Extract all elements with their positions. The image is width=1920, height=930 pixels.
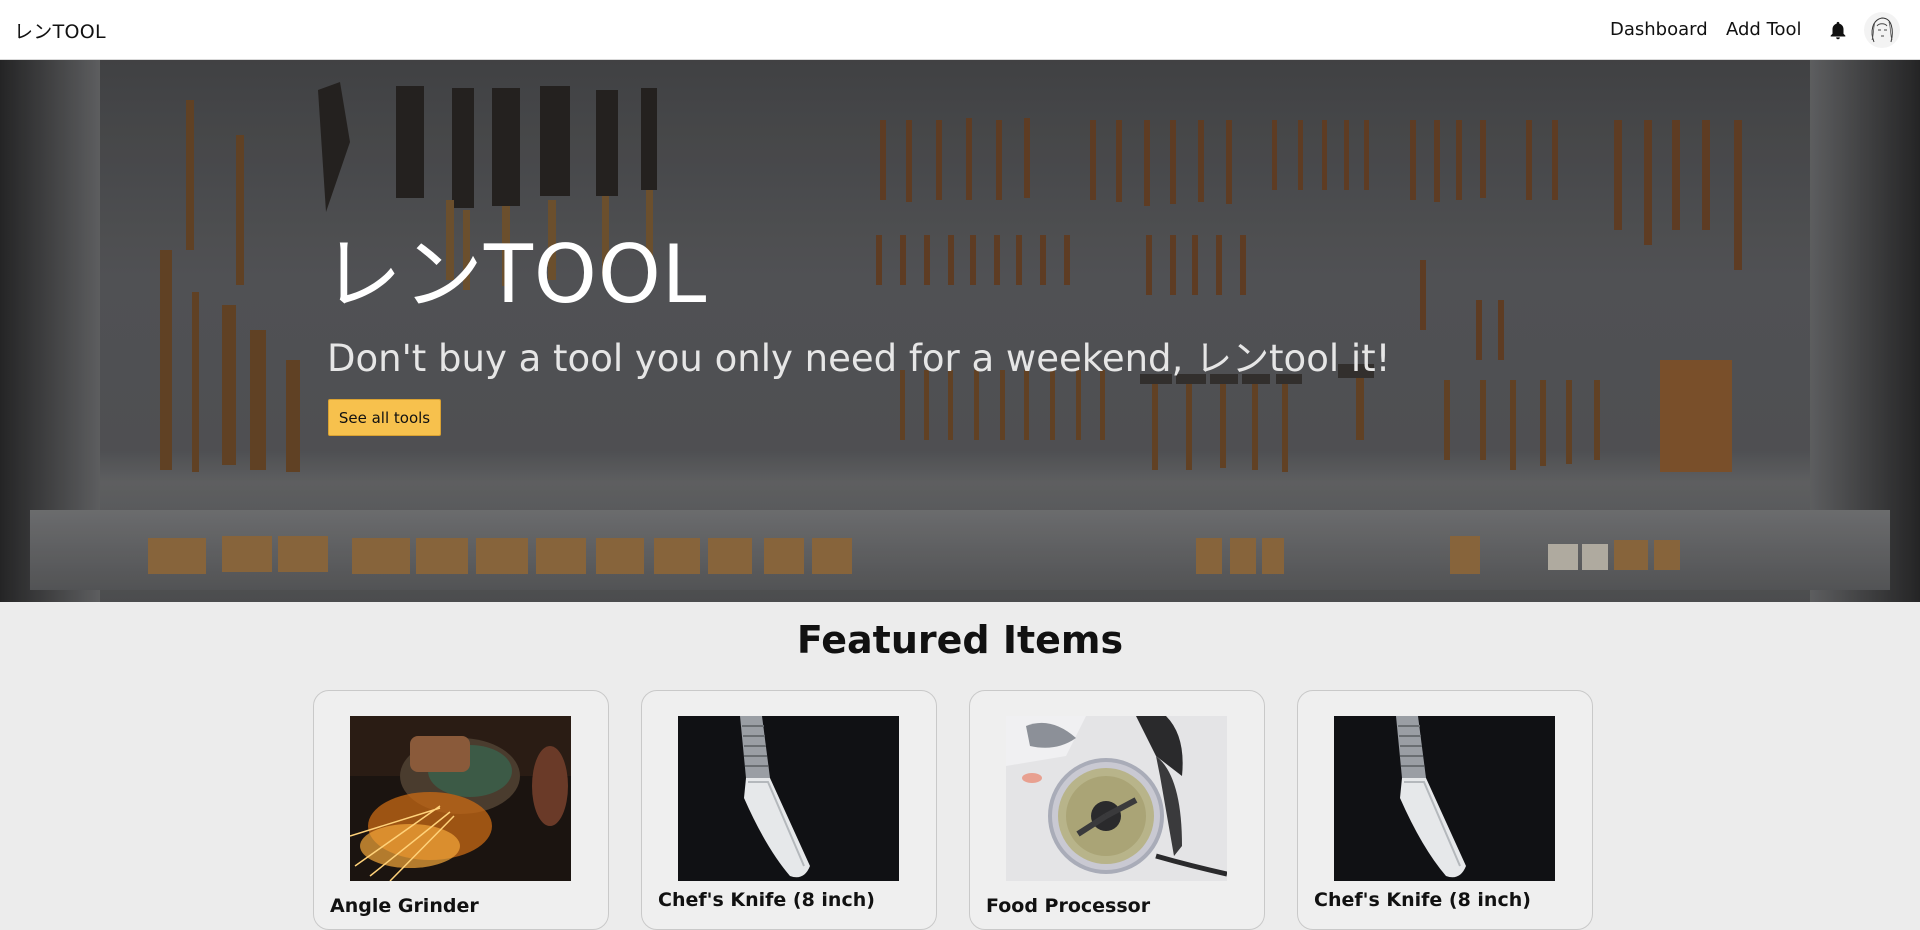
bell-icon[interactable] <box>1827 19 1849 43</box>
featured-item-card[interactable]: Angle Grinder <box>313 690 609 930</box>
item-title[interactable]: Food Processor <box>986 895 1150 917</box>
chefs-knife-image <box>678 716 899 881</box>
navbar: レンTOOL Dashboard Add Tool <box>0 0 1920 60</box>
item-image[interactable] <box>678 716 899 881</box>
item-image[interactable] <box>1006 716 1227 881</box>
food-processor-image <box>1006 716 1227 881</box>
featured-item-card[interactable]: Chef's Knife (8 inch) <box>641 690 937 930</box>
chefs-knife-image <box>1334 716 1555 881</box>
item-title[interactable]: Chef's Knife (8 inch) <box>658 889 875 911</box>
avatar-sketch-icon <box>1871 17 1893 43</box>
hero-banner: レンTOOL Don't buy a tool you only need fo… <box>0 60 1920 602</box>
item-image[interactable] <box>350 716 571 881</box>
item-title[interactable]: Chef's Knife (8 inch) <box>1314 889 1531 911</box>
avatar[interactable] <box>1864 12 1900 48</box>
item-image[interactable] <box>1334 716 1555 881</box>
angle-grinder-image <box>350 716 571 881</box>
hero-tagline: Don't buy a tool you only need for a wee… <box>327 337 1391 380</box>
item-title[interactable]: Angle Grinder <box>330 895 479 917</box>
featured-items-heading: Featured Items <box>796 618 1124 662</box>
nav-add-tool-link[interactable]: Add Tool <box>1726 19 1802 40</box>
see-all-tools-button[interactable]: See all tools <box>328 399 441 436</box>
featured-item-card[interactable]: Chef's Knife (8 inch) <box>1297 690 1593 930</box>
brand-logo[interactable]: レンTOOL <box>14 17 106 44</box>
nav-dashboard-link[interactable]: Dashboard <box>1610 19 1708 40</box>
featured-item-card[interactable]: Food Processor <box>969 690 1265 930</box>
hero-title: レンTOOL <box>322 228 708 321</box>
